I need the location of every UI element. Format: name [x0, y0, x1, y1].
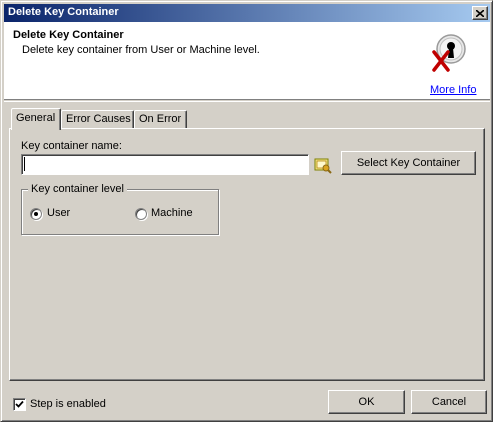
header-description: Delete key container from User or Machin… — [22, 44, 260, 56]
step-enabled-checkbox[interactable] — [13, 398, 26, 411]
close-button[interactable] — [472, 6, 488, 20]
tab-panel-general — [9, 128, 485, 381]
header-divider — [4, 101, 490, 102]
close-icon — [476, 9, 484, 17]
window-title: Delete Key Container — [8, 6, 119, 18]
step-enabled-label[interactable]: Step is enabled — [30, 398, 106, 410]
tab-on-error[interactable]: On Error — [134, 110, 187, 129]
more-info-link[interactable]: More Info — [430, 84, 476, 96]
cancel-button[interactable]: Cancel — [411, 390, 487, 414]
checkmark-icon — [15, 400, 24, 408]
header-title: Delete Key Container — [13, 29, 124, 41]
tab-error-causes[interactable]: Error Causes — [61, 110, 134, 129]
dialog-window: Delete Key Container Delete Key Containe… — [0, 0, 493, 422]
key-delete-icon — [432, 34, 466, 72]
dialog-header: Delete Key Container Delete key containe… — [4, 22, 490, 100]
ok-button[interactable]: OK — [328, 390, 405, 414]
tab-general[interactable]: General — [11, 108, 61, 130]
title-bar[interactable]: Delete Key Container — [4, 4, 490, 22]
